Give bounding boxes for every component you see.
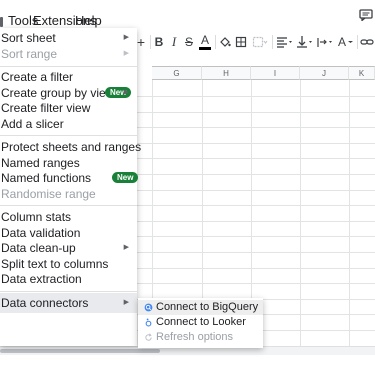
submenu-item-label: Connect to BigQuery bbox=[156, 301, 259, 313]
merge-cells-icon bbox=[252, 36, 268, 48]
menu-divider bbox=[0, 291, 137, 292]
toolbar: + B I S A A bbox=[135, 32, 375, 52]
toolbar-divider bbox=[357, 35, 358, 49]
column-header-i[interactable]: I bbox=[251, 66, 300, 80]
bold-button[interactable]: B bbox=[153, 32, 165, 52]
italic-button[interactable]: I bbox=[168, 32, 180, 52]
submenu-item-label: Connect to Looker bbox=[156, 316, 246, 328]
grid-column-line bbox=[349, 80, 350, 346]
menu-divider bbox=[0, 205, 137, 206]
menu-divider bbox=[0, 135, 137, 136]
bigquery-icon bbox=[144, 303, 153, 312]
comment-icon[interactable] bbox=[359, 9, 373, 21]
submenu-item-connect-looker[interactable]: Connect to Looker bbox=[138, 315, 263, 330]
looker-icon bbox=[145, 318, 152, 327]
column-header-g[interactable]: G bbox=[152, 66, 202, 80]
horizontal-align-icon[interactable] bbox=[276, 32, 294, 52]
toolbar-divider bbox=[215, 35, 216, 49]
menu-item-add-slicer[interactable]: Add a slicer bbox=[0, 114, 137, 134]
new-badge: New bbox=[112, 172, 139, 183]
vertical-align-icon[interactable] bbox=[296, 32, 314, 52]
menu-item-label: Randomise range bbox=[1, 187, 96, 201]
grid-column-line bbox=[300, 80, 301, 346]
scrollbar-thumb[interactable] bbox=[0, 349, 160, 353]
chevron-down-icon[interactable] bbox=[347, 32, 355, 52]
submenu-item-refresh-options: Refresh options bbox=[138, 330, 263, 345]
fill-color-icon[interactable] bbox=[219, 32, 231, 52]
menu-item-label: Data extraction bbox=[1, 272, 82, 286]
submenu-item-label: Refresh options bbox=[156, 331, 234, 343]
column-header-k[interactable]: K bbox=[349, 66, 375, 80]
column-header-j[interactable]: J bbox=[300, 66, 349, 80]
data-menu: Sort sheet ▶ Sort range ▶ Create a filte… bbox=[0, 28, 141, 346]
menu-item-sort-range: Sort range ▶ bbox=[0, 44, 137, 64]
menu-item-data-connectors[interactable]: Data connectors ▶ bbox=[0, 293, 137, 313]
text-color-button[interactable]: A bbox=[199, 32, 211, 50]
strikethrough-button[interactable]: S bbox=[183, 32, 195, 52]
menu-item-randomise-range: Randomise range bbox=[0, 184, 137, 204]
borders-icon[interactable] bbox=[235, 32, 247, 52]
toolbar-divider bbox=[150, 35, 151, 49]
column-header-h[interactable]: H bbox=[202, 66, 251, 80]
toolbar-divider bbox=[272, 35, 273, 49]
refresh-icon bbox=[145, 333, 152, 341]
submenu-arrow-icon: ▶ bbox=[123, 50, 129, 57]
menu-item-label: Add a slicer bbox=[1, 117, 64, 131]
insert-link-icon[interactable] bbox=[360, 32, 374, 52]
data-connectors-submenu: Connect to BigQuery Connect to Looker Re… bbox=[138, 298, 263, 348]
submenu-item-connect-bigquery[interactable]: Connect to BigQuery bbox=[138, 300, 263, 315]
menu-item-label: Sort range bbox=[1, 47, 58, 61]
menu-item-label: Data connectors bbox=[1, 296, 89, 310]
menu-item-data-extraction[interactable]: Data extraction bbox=[0, 269, 137, 289]
submenu-arrow-icon: ▶ bbox=[123, 299, 129, 306]
text-wrap-icon[interactable] bbox=[316, 32, 334, 52]
